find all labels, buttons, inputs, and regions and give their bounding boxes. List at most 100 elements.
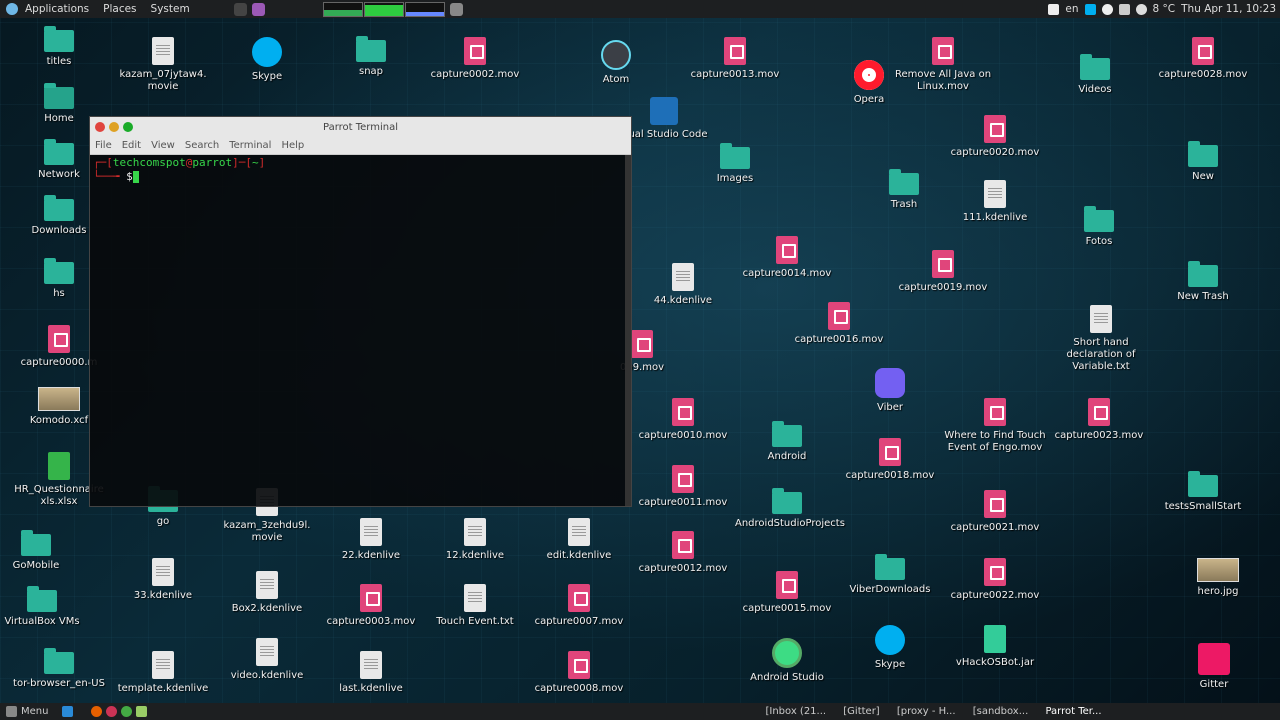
desktop-icon-snap[interactable]: snap <box>319 36 423 78</box>
desktop-icon-gomobile[interactable]: GoMobile <box>0 530 88 572</box>
desktop-icon-44-kdenlive[interactable]: 44.kdenlive <box>631 263 735 307</box>
desktop-icon-capture0008-mov[interactable]: capture0008.mov <box>527 651 631 695</box>
desktop-icon-capture0015-mov[interactable]: capture0015.mov <box>735 571 839 615</box>
volume-icon[interactable] <box>1118 3 1130 15</box>
desktop-icon-capture0011-mov[interactable]: capture0011.mov <box>631 465 735 509</box>
desktop-icon-22-kdenlive[interactable]: 22.kdenlive <box>319 518 423 562</box>
weather-temp[interactable]: 8 °C <box>1153 3 1176 15</box>
desktop-icon-capture0019-mov[interactable]: capture0019.mov <box>891 250 995 294</box>
desktop-icon-capture0013-mov[interactable]: capture0013.mov <box>683 37 787 81</box>
desktop-icon-capture0018-mov[interactable]: capture0018.mov <box>838 438 942 482</box>
desktop-icon-short-hand-declaration-of-variable-txt[interactable]: Short hand declaration of Variable.txt <box>1049 305 1153 373</box>
desktop-icon-android-studio[interactable]: Android Studio <box>735 638 839 684</box>
task-parrot-terminal[interactable]: Parrot Ter... <box>1045 706 1101 717</box>
minimize-icon[interactable] <box>109 122 119 132</box>
desktop-icon-trash[interactable]: Trash <box>852 169 956 211</box>
menu-button[interactable]: Menu <box>21 706 48 717</box>
terminal-body[interactable]: ┌─[techcomspot@parrot]─[~] └──╼ $ <box>90 155 631 506</box>
desktop-icon-virtualbox-vms[interactable]: VirtualBox VMs <box>0 586 94 628</box>
keyboard-layout[interactable]: en <box>1065 3 1078 15</box>
desktop-icon-edit-kdenlive[interactable]: edit.kdenlive <box>527 518 631 562</box>
menu-help[interactable]: Help <box>281 140 304 151</box>
desktop-icon-atom[interactable]: Atom <box>564 40 668 86</box>
show-desktop-icon[interactable] <box>62 706 74 717</box>
task-proxy[interactable]: [proxy - H... <box>897 706 956 717</box>
desktop-icon-capture0014-mov[interactable]: capture0014.mov <box>735 236 839 280</box>
maximize-icon[interactable] <box>123 122 133 132</box>
desktop-icon-viber[interactable]: Viber <box>838 368 942 414</box>
skype-tray-icon[interactable] <box>1084 3 1096 15</box>
shield-icon[interactable] <box>449 2 463 16</box>
desktop-icon-touch-event-txt[interactable]: Touch Event.txt <box>423 584 527 628</box>
desktop-icon-capture0007-mov[interactable]: capture0007.mov <box>527 584 631 628</box>
update-icon[interactable] <box>1048 3 1060 15</box>
desktop-icon-capture0020-mov[interactable]: capture0020.mov <box>943 115 1047 159</box>
desktop-icon-hero-jpg[interactable]: hero.jpg <box>1166 558 1270 598</box>
clock[interactable]: Thu Apr 11, 10:23 <box>1181 3 1276 15</box>
desktop-icon-box2-kdenlive[interactable]: Box2.kdenlive <box>215 571 319 615</box>
desktop-icon-tor-browser-en-us[interactable]: tor-browser_en-US <box>7 648 111 690</box>
firefox-icon[interactable] <box>91 706 103 717</box>
desktop-icon-androidstudioprojects[interactable]: AndroidStudioProjects <box>735 488 845 530</box>
terminal-window[interactable]: Parrot Terminal File Edit View Search Te… <box>89 116 632 507</box>
desktop-icon-label: 44.kdenlive <box>653 295 713 306</box>
desktop-icon-33-kdenlive[interactable]: 33.kdenlive <box>111 558 215 602</box>
menu-terminal[interactable]: Terminal <box>229 140 271 151</box>
desktop-icon-capture0016-mov[interactable]: capture0016.mov <box>787 302 891 346</box>
task-gitter[interactable]: [Gitter] <box>843 706 879 717</box>
task-sandbox[interactable]: [sandbox... <box>973 706 1029 717</box>
menu-icon[interactable] <box>6 706 17 717</box>
desktop-icon-vhackosbot-jar[interactable]: vHackOSBot.jar <box>943 625 1047 669</box>
chrome-icon[interactable] <box>106 706 118 717</box>
desktop-icon-capture0002-mov[interactable]: capture0002.mov <box>423 37 527 81</box>
parrot-logo-icon[interactable] <box>6 3 18 15</box>
menu-view[interactable]: View <box>151 140 175 151</box>
task-inbox[interactable]: [Inbox (21... <box>765 706 826 717</box>
desktop-icon-skype[interactable]: Skype <box>215 37 319 83</box>
terminal-launcher-icon[interactable] <box>233 2 247 16</box>
terminal-scrollbar[interactable] <box>625 155 631 506</box>
desktop-icon-fotos[interactable]: Fotos <box>1047 206 1151 248</box>
desktop-icon-template-kdenlive[interactable]: template.kdenlive <box>111 651 215 695</box>
menu-file[interactable]: File <box>95 140 112 151</box>
terminal-menubar: File Edit View Search Terminal Help <box>90 137 631 155</box>
desktop-icon-label: Android <box>767 451 807 462</box>
desktop-icon-images[interactable]: Images <box>683 143 787 185</box>
globe-icon[interactable] <box>121 706 133 717</box>
desktop-icon-titles[interactable]: titles <box>7 26 111 68</box>
desktop-icon-kazam-07jytaw4-movie[interactable]: kazam_07jytaw4. movie <box>111 37 215 93</box>
desktop-icon-111-kdenlive[interactable]: 111.kdenlive <box>943 180 1047 224</box>
doc-icon <box>984 180 1006 208</box>
system-menu[interactable]: System <box>151 3 190 15</box>
desktop-icon-video-kdenlive[interactable]: video.kdenlive <box>215 638 319 682</box>
desktop-icon-gitter[interactable]: Gitter <box>1162 643 1266 691</box>
desktop-icon-skype[interactable]: Skype <box>838 625 942 671</box>
network-icon[interactable] <box>1101 3 1113 15</box>
desktop-icon-capture0010-mov[interactable]: capture0010.mov <box>631 398 735 442</box>
applications-menu[interactable]: Applications <box>25 3 89 15</box>
desktop-icon-new[interactable]: New <box>1151 141 1255 183</box>
doc-icon <box>464 518 486 546</box>
desktop-icon-viberdownloads[interactable]: ViberDownloads <box>838 554 942 596</box>
menu-edit[interactable]: Edit <box>122 140 141 151</box>
desktop-icon-capture0023-mov[interactable]: capture0023.mov <box>1047 398 1151 442</box>
desktop-icon-videos[interactable]: Videos <box>1043 54 1147 96</box>
desktop-icon-capture0028-mov[interactable]: capture0028.mov <box>1151 37 1255 81</box>
desktop-icon-android[interactable]: Android <box>735 421 839 463</box>
desktop-icon-capture0003-mov[interactable]: capture0003.mov <box>319 584 423 628</box>
desktop-icon-capture0022-mov[interactable]: capture0022.mov <box>943 558 1047 602</box>
desktop-icon-where-to-find-touch-event-of-engo-mov[interactable]: Where to Find Touch Event of Engo.mov <box>943 398 1047 454</box>
desktop-icon-capture0021-mov[interactable]: capture0021.mov <box>943 490 1047 534</box>
close-icon[interactable] <box>95 122 105 132</box>
desktop-icon-new-trash[interactable]: New Trash <box>1151 261 1255 303</box>
app-launcher-icon[interactable] <box>251 2 265 16</box>
places-menu[interactable]: Places <box>103 3 136 15</box>
desktop-icon-last-kdenlive[interactable]: last.kdenlive <box>319 651 423 695</box>
menu-search[interactable]: Search <box>185 140 219 151</box>
desktop-icon-remove-all-java-on-linux-mov[interactable]: Remove All Java on Linux.mov <box>891 37 995 93</box>
terminal-titlebar[interactable]: Parrot Terminal <box>90 117 631 137</box>
android-icon[interactable] <box>136 706 148 717</box>
desktop-icon-12-kdenlive[interactable]: 12.kdenlive <box>423 518 527 562</box>
desktop-icon-testssmallstart[interactable]: testsSmallStart <box>1151 471 1255 513</box>
desktop-icon-capture0012-mov[interactable]: capture0012.mov <box>631 531 735 575</box>
